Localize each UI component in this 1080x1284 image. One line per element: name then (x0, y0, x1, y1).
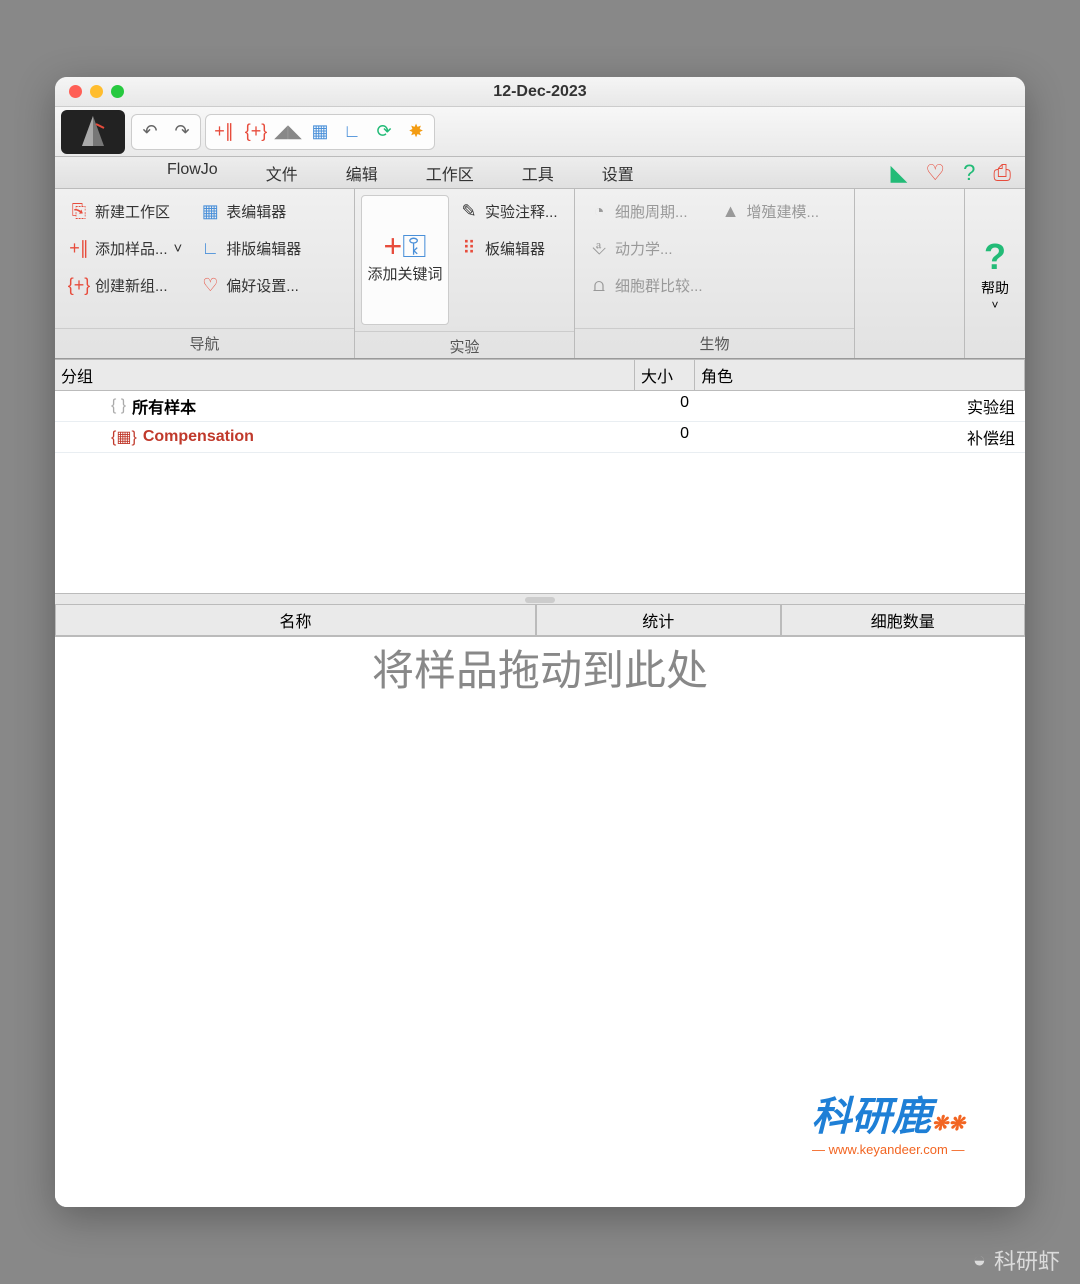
quick-actions-group: +∥ {+} ◢◣ ▦ ∟ ⟳ ✸ (205, 114, 435, 150)
window-title: 12-Dec-2023 (55, 83, 1025, 101)
grouping-empty-area (55, 453, 1025, 593)
ribbon-nav-label: 导航 (55, 328, 354, 358)
grid-icon: ▦ (200, 202, 220, 222)
menu-flowjo[interactable]: FlowJo (143, 155, 242, 191)
group-row-compensation[interactable]: {▦}Compensation 0 补偿组 (55, 422, 1025, 453)
col-group[interactable]: 分组 (55, 360, 635, 390)
drop-hint-text: 将样品拖动到此处 (372, 637, 708, 698)
plate-icon: ⠿ (459, 239, 479, 259)
create-group-button[interactable]: {+}创建新组... (61, 269, 190, 302)
kinetics-button[interactable]: ⎀动力学... (581, 232, 711, 265)
heart-icon: ♡ (200, 276, 220, 296)
preferences-button[interactable]: ♡偏好设置... (192, 269, 309, 302)
ribbon-help-section[interactable]: ? 帮助 ˅ (965, 189, 1025, 358)
new-workspace-button[interactable]: ⎘新建工作区 (61, 195, 190, 228)
add-tubes-icon[interactable]: +∥ (210, 118, 238, 146)
question-icon: ? (984, 236, 1006, 278)
menu-file[interactable]: 文件 (242, 155, 322, 191)
menubar: FlowJo 文件 编辑 工作区 工具 设置 ◣ ♡ ? ⎙ (55, 157, 1025, 189)
add-group-icon[interactable]: {+} (242, 118, 270, 146)
matrix-icon: {▦} (111, 427, 137, 447)
help-icon[interactable]: ? (963, 160, 975, 186)
ribbon-biology-label: 生物 (575, 328, 854, 358)
compare-icon: ⩍ (589, 276, 609, 296)
undo-button[interactable]: ↶ (136, 118, 164, 146)
table-editor-button[interactable]: ▦表编辑器 (192, 195, 309, 228)
titlebar: 12-Dec-2023 (55, 77, 1025, 107)
watermark-channel: ◒ 科研虾 (973, 1244, 1060, 1276)
refresh-icon[interactable]: ⟳ (370, 118, 398, 146)
chevron-down-icon: ˅ (174, 240, 183, 257)
layout-editor-button[interactable]: ∟排版编辑器 (192, 232, 309, 265)
antler-icon: ❋❋ (931, 1113, 965, 1135)
redo-button[interactable]: ↷ (168, 118, 196, 146)
ribbon-biology-section: ◔细胞周期... ⎀动力学... ⩍细胞群比较... ▲增殖建模... 生物 (575, 189, 855, 358)
samples-panel: 名称 统计 细胞数量 将样品拖动到此处 科研鹿❋❋ — www.keyandee… (55, 605, 1025, 1207)
watermark-brand: 科研鹿❋❋ — www.keyandeer.com — (811, 1084, 965, 1157)
bracket-icon: { } (111, 397, 126, 415)
menu-tools[interactable]: 工具 (498, 155, 578, 191)
population-compare-button[interactable]: ⩍细胞群比较... (581, 269, 711, 302)
experiment-notes-button[interactable]: ✎实验注释... (451, 195, 566, 228)
gate-icon[interactable]: ◢◣ (274, 118, 302, 146)
chart-icon: ⎀ (589, 239, 609, 259)
braces-plus-icon: {+} (69, 276, 89, 296)
app-logo[interactable] (61, 110, 125, 154)
ribbon-experiment-section: +⚿ 添加关键词 ✎实验注释... ⠿板编辑器 实验 (355, 189, 575, 358)
grouping-header: 分组 大小 角色 (55, 359, 1025, 391)
col-role[interactable]: 角色 (695, 360, 1025, 390)
wechat-icon: ◒ (973, 1247, 986, 1273)
splitter[interactable] (55, 593, 1025, 605)
cell-cycle-button[interactable]: ◔细胞周期... (581, 195, 711, 228)
menu-settings[interactable]: 设置 (578, 155, 658, 191)
col-cell-count[interactable]: 细胞数量 (781, 605, 1026, 636)
bookmark-icon[interactable]: ◣ (890, 160, 907, 186)
col-size[interactable]: 大小 (635, 360, 695, 390)
ribbon: ⎘新建工作区 +∥添加样品...˅ {+}创建新组... ▦表编辑器 ∟排版编辑… (55, 189, 1025, 359)
menu-edit[interactable]: 编辑 (322, 155, 402, 191)
col-stats[interactable]: 统计 (536, 605, 781, 636)
menu-workspace[interactable]: 工作区 (402, 155, 498, 191)
undo-redo-group: ↶ ↷ (131, 114, 201, 150)
heart-icon[interactable]: ♡ (925, 160, 945, 186)
doc-plus-icon: ⎘ (69, 202, 89, 222)
ruler-icon: ∟ (200, 239, 220, 259)
add-sample-button[interactable]: +∥添加样品...˅ (61, 232, 190, 265)
ribbon-experiment-label: 实验 (355, 331, 574, 361)
quick-toolbar: ↶ ↷ +∥ {+} ◢◣ ▦ ∟ ⟳ ✸ (55, 107, 1025, 157)
layout-icon[interactable]: ∟ (338, 118, 366, 146)
group-row-all-samples[interactable]: { }所有样本 0 实验组 (55, 391, 1025, 422)
tubes-plus-icon: +∥ (69, 239, 89, 259)
add-doc-icon[interactable]: ⎙ (993, 160, 1011, 186)
grouping-panel: 分组 大小 角色 { }所有样本 0 实验组 {▦}Compensation 0… (55, 359, 1025, 593)
ribbon-nav-section: ⎘新建工作区 +∥添加样品...˅ {+}创建新组... ▦表编辑器 ∟排版编辑… (55, 189, 355, 358)
plate-editor-button[interactable]: ⠿板编辑器 (451, 232, 566, 265)
app-window: 12-Dec-2023 ↶ ↷ +∥ {+} ◢◣ ▦ ∟ ⟳ ✸ FlowJo… (55, 77, 1025, 1207)
ribbon-spacer (855, 189, 965, 358)
peak-icon: ▲ (721, 202, 741, 222)
samples-header: 名称 统计 细胞数量 (55, 605, 1025, 637)
sun-icon[interactable]: ✸ (402, 118, 430, 146)
col-name[interactable]: 名称 (55, 605, 536, 636)
add-keyword-button[interactable]: +⚿ 添加关键词 (361, 195, 449, 325)
table-icon[interactable]: ▦ (306, 118, 334, 146)
chevron-down-icon: ˅ (991, 298, 998, 312)
pencil-icon: ✎ (459, 202, 479, 222)
cycle-icon: ◔ (589, 202, 609, 222)
key-plus-icon: +⚿ (395, 237, 415, 257)
samples-drop-area[interactable]: 将样品拖动到此处 科研鹿❋❋ — www.keyandeer.com — (55, 637, 1025, 1207)
proliferation-button[interactable]: ▲增殖建模... (713, 195, 828, 228)
